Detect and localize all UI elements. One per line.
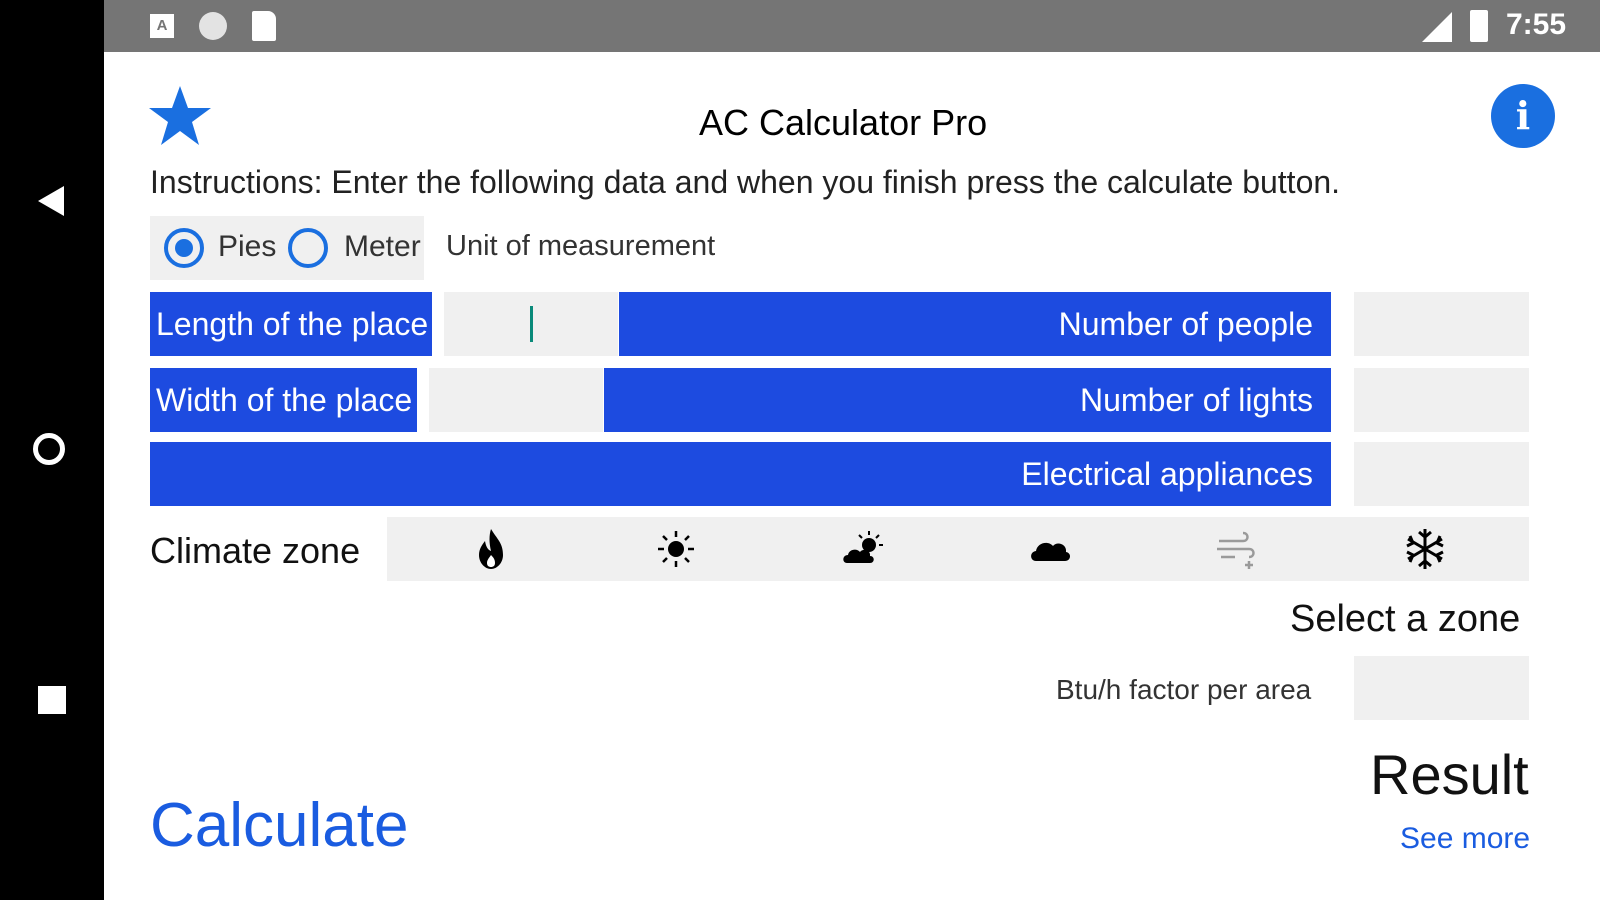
radio-pies[interactable] xyxy=(164,228,204,268)
width-label: Width of the place xyxy=(150,368,417,432)
cloud-icon[interactable] xyxy=(1026,525,1074,573)
sun-icon[interactable] xyxy=(652,525,700,573)
radio-meter-label[interactable]: Meter xyxy=(344,230,421,264)
sd-card-icon xyxy=(252,11,276,41)
appliances-label: Electrical appliances xyxy=(150,442,1331,506)
appliances-input[interactable] xyxy=(1354,442,1529,506)
radio-pies-label[interactable]: Pies xyxy=(218,230,276,264)
select-zone-text: Select a zone xyxy=(1290,598,1521,640)
text-a-icon: A xyxy=(150,14,174,38)
star-icon[interactable] xyxy=(148,84,212,148)
no-signal-icon xyxy=(1422,12,1452,42)
people-input[interactable] xyxy=(1354,292,1529,356)
recents-icon[interactable] xyxy=(38,686,66,714)
radio-meter[interactable] xyxy=(288,228,328,268)
lights-label: Number of lights xyxy=(604,368,1331,432)
climate-zone-label: Climate zone xyxy=(150,530,361,571)
length-label: Length of the place xyxy=(150,292,432,356)
info-icon[interactable]: i xyxy=(1491,84,1555,148)
instructions-text: Instructions: Enter the following data a… xyxy=(150,164,1341,200)
clock: 7:55 xyxy=(1506,8,1567,41)
status-bar: A 7:55 xyxy=(104,0,1600,52)
people-label: Number of people xyxy=(619,292,1331,356)
btu-factor-field xyxy=(1354,656,1529,720)
result-label: Result xyxy=(1370,743,1529,806)
battery-icon xyxy=(1470,10,1488,42)
unit-radio-group: Pies Meter xyxy=(150,216,424,280)
width-input[interactable] xyxy=(429,368,603,432)
circle-icon xyxy=(199,12,227,40)
fire-icon[interactable] xyxy=(467,525,515,573)
length-input[interactable] xyxy=(444,292,618,356)
partly-cloudy-icon[interactable] xyxy=(839,525,887,573)
unit-caption: Unit of measurement xyxy=(446,230,716,262)
lights-input[interactable] xyxy=(1354,368,1529,432)
text-cursor xyxy=(530,306,533,342)
calculate-button[interactable]: Calculate xyxy=(150,790,408,861)
page-title: AC Calculator Pro xyxy=(699,102,988,143)
app-content: AC Calculator Pro i Instructions: Enter … xyxy=(104,52,1600,900)
climate-zone-selector xyxy=(387,517,1529,581)
navigation-bar xyxy=(0,0,104,900)
back-icon[interactable] xyxy=(38,186,64,216)
see-more-link[interactable]: See more xyxy=(1400,822,1530,856)
home-icon[interactable] xyxy=(33,433,65,465)
snowflake-icon[interactable] xyxy=(1401,525,1449,573)
btu-factor-label: Btu/h factor per area xyxy=(1056,674,1312,705)
wind-icon[interactable] xyxy=(1213,525,1261,573)
